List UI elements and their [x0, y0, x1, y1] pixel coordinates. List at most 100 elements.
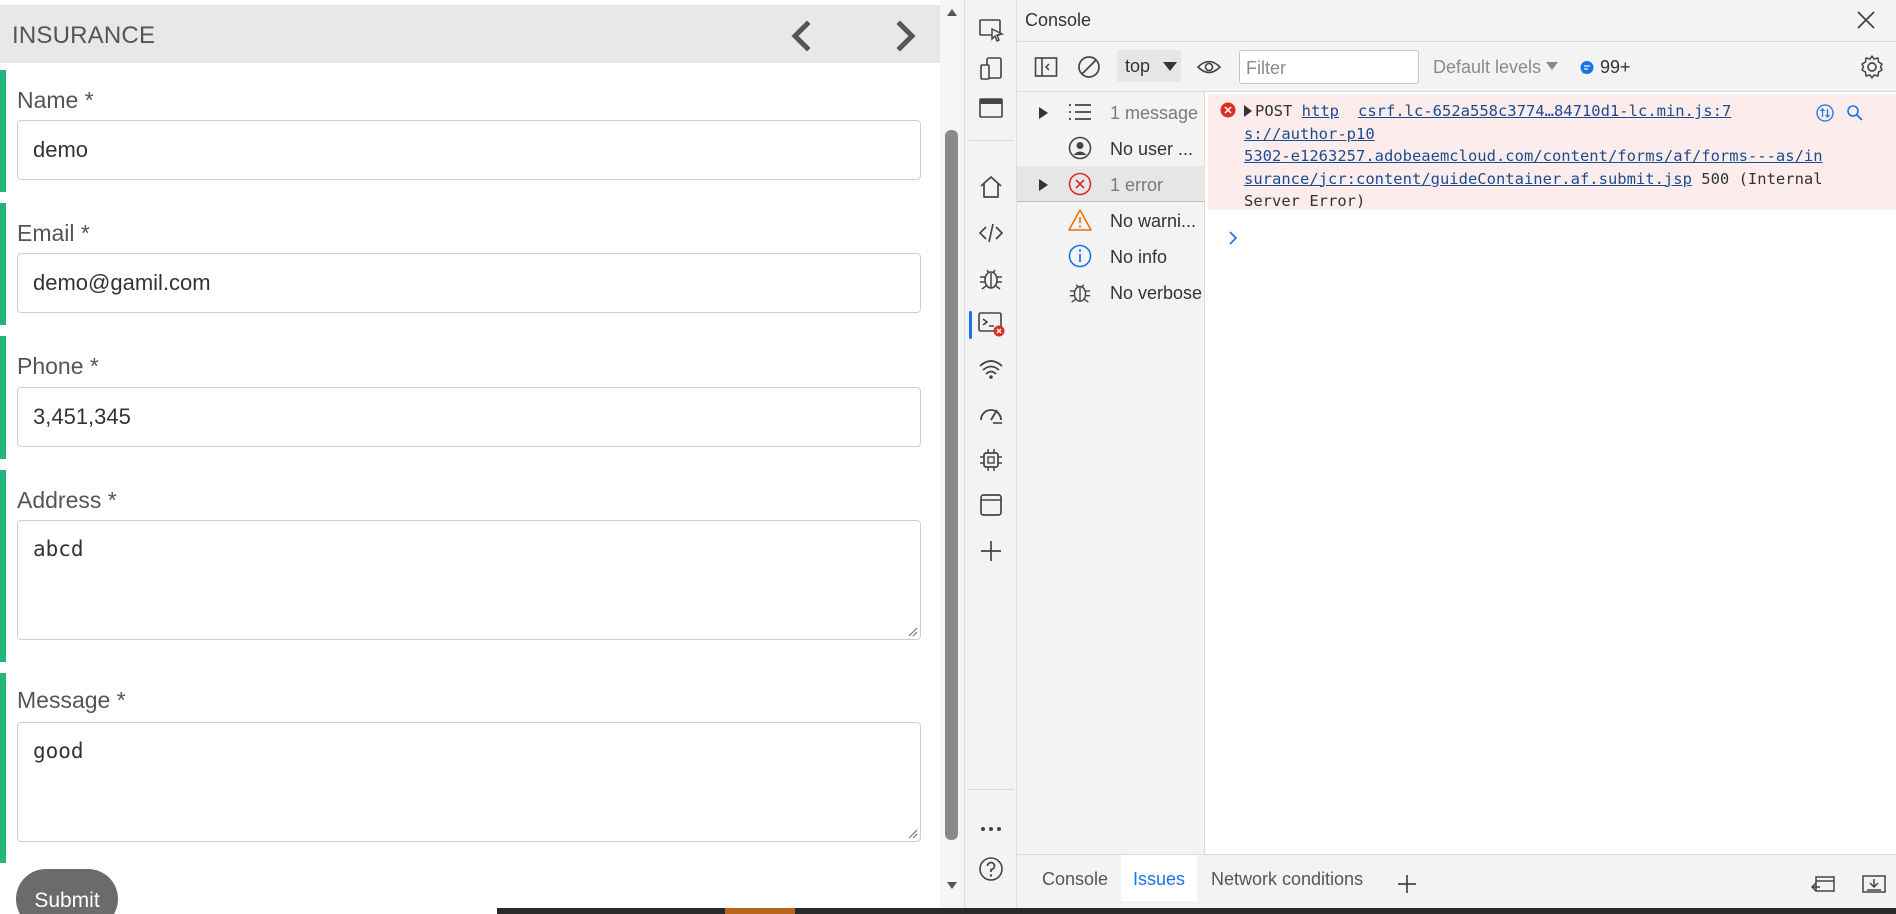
- inspect-icon: [979, 19, 1004, 42]
- scroll-up-arrow-icon[interactable]: [946, 6, 958, 18]
- phone-input[interactable]: 3,451,345: [17, 387, 921, 447]
- scroll-down-arrow-icon[interactable]: [946, 880, 958, 892]
- sidebar-item-label: No info: [1110, 247, 1168, 267]
- error-request-url[interactable]: http: [1302, 102, 1339, 120]
- toggle-sidebar-button[interactable]: [1031, 52, 1061, 82]
- message-field: Message * good: [0, 673, 940, 863]
- close-panel-button[interactable]: [1850, 4, 1882, 36]
- email-field: Email * demo@gamil.com: [0, 203, 940, 325]
- form-header: INSURANCE: [0, 5, 940, 63]
- filter-input[interactable]: Filter: [1239, 50, 1419, 84]
- issues-counter[interactable]: 99+: [1579, 57, 1631, 78]
- console-tool-button[interactable]: [975, 308, 1007, 340]
- message-bubble-icon: [1580, 60, 1594, 74]
- address-textarea[interactable]: abcd: [17, 520, 921, 640]
- console-toolbar: top Filter Default levels 99+: [1017, 42, 1896, 92]
- sidebar-item-warnings[interactable]: No warni...: [1017, 202, 1205, 238]
- customize-devtools-button[interactable]: [975, 813, 1007, 845]
- next-panel-button[interactable]: [891, 21, 921, 51]
- log-levels-dropdown[interactable]: Default levels: [1433, 57, 1559, 78]
- move-drawer-icon: [1810, 876, 1835, 892]
- device-emulation-button[interactable]: [975, 53, 1007, 85]
- help-icon: [979, 857, 1003, 881]
- sidebar-item-label: No verbose: [1110, 283, 1203, 303]
- error-source-link[interactable]: csrf.lc-652a558c3774…84710d1-lc.min.js:7: [1358, 102, 1731, 120]
- clear-icon: [1078, 56, 1100, 78]
- name-input[interactable]: demo: [17, 120, 921, 180]
- email-input[interactable]: demo@gamil.com: [17, 253, 921, 313]
- bug-icon: [980, 269, 1002, 290]
- plus-icon: [1398, 875, 1416, 893]
- home-icon: [980, 176, 1002, 198]
- gauge-icon: [980, 409, 1002, 424]
- console-settings-button[interactable]: [1857, 52, 1887, 82]
- tab-console[interactable]: Console: [1042, 869, 1108, 899]
- screen: INSURANCE Name * demo Email * demo@gamil…: [0, 0, 1896, 914]
- network-request-icon[interactable]: [1816, 104, 1834, 122]
- more-tools-button[interactable]: [975, 535, 1007, 567]
- panel-title: Console: [1025, 10, 1092, 30]
- previous-panel-button[interactable]: [786, 21, 816, 51]
- sidebar-item-label: 1 error: [1110, 175, 1164, 195]
- chevron-right-icon: [896, 21, 916, 51]
- undock-drawer-button[interactable]: [1808, 869, 1838, 899]
- message-value: good: [33, 739, 84, 763]
- application-tool-button[interactable]: [975, 489, 1007, 521]
- inspect-element-button[interactable]: [975, 14, 1007, 46]
- expand-arrow-icon[interactable]: [1039, 107, 1048, 119]
- activity-separator: [969, 140, 1014, 141]
- error-icon: [1067, 171, 1093, 197]
- welcome-tool-button[interactable]: [975, 171, 1007, 203]
- memory-tool-button[interactable]: [975, 444, 1007, 476]
- drawer-tab-bar: Console Issues Network conditions: [1017, 854, 1896, 914]
- expand-arrow-icon[interactable]: [1039, 179, 1048, 191]
- resize-grip-icon[interactable]: [906, 625, 918, 637]
- form-scrollbar[interactable]: [940, 0, 964, 914]
- info-icon: [1067, 243, 1093, 269]
- sidebar-item-info[interactable]: No info: [1017, 238, 1205, 274]
- error-request-url-cont[interactable]: s://author-p10: [1244, 125, 1375, 143]
- console-prompt-chevron-icon[interactable]: [1224, 228, 1244, 248]
- console-error-message[interactable]: POST http s://author-p10 5302-e1263257.a…: [1208, 94, 1896, 210]
- search-icon[interactable]: [1846, 104, 1864, 122]
- live-expression-button[interactable]: [1194, 52, 1224, 82]
- tab-issues[interactable]: Issues: [1121, 855, 1198, 901]
- context-selector[interactable]: top: [1117, 50, 1181, 82]
- taskbar-accent: [725, 908, 795, 914]
- clear-console-button[interactable]: [1074, 52, 1104, 82]
- resize-grip-icon[interactable]: [906, 827, 918, 839]
- error-method: POST: [1255, 102, 1293, 120]
- sidebar-item-messages[interactable]: 1 message: [1017, 94, 1205, 130]
- email-label: Email *: [17, 220, 90, 246]
- sidebar-item-user-messages[interactable]: No user ...: [1017, 130, 1205, 166]
- sidebar-item-errors[interactable]: 1 error: [1017, 166, 1205, 202]
- close-icon: [1857, 11, 1875, 29]
- tab-network-conditions[interactable]: Network conditions: [1211, 869, 1363, 899]
- name-field: Name * demo: [0, 70, 940, 192]
- form-title: INSURANCE: [12, 22, 156, 49]
- submit-button[interactable]: Submit: [16, 869, 118, 914]
- error-request-url-cont[interactable]: 5302-e1263257.adobeaemcloud.com/content/…: [1244, 147, 1823, 165]
- sidebar-item-verbose[interactable]: No verbose: [1017, 274, 1205, 310]
- performance-tool-button[interactable]: [975, 398, 1007, 430]
- log-levels-label: Default levels: [1433, 57, 1542, 77]
- error-request-url-cont[interactable]: surance/jcr:content/guideContainer.af.su…: [1244, 170, 1692, 188]
- dock-toggle-button[interactable]: [975, 92, 1007, 124]
- address-label: Address *: [17, 487, 117, 513]
- help-button[interactable]: [975, 853, 1007, 885]
- scroll-thumb[interactable]: [945, 130, 958, 840]
- elements-tool-button[interactable]: [975, 217, 1007, 249]
- message-textarea[interactable]: good: [17, 722, 921, 842]
- gear-icon: [1861, 55, 1883, 79]
- sidebar-item-label: 1 message: [1110, 103, 1199, 123]
- close-drawer-button[interactable]: [1859, 869, 1889, 899]
- device-icon: [980, 57, 1002, 80]
- expand-arrow-icon[interactable]: [1244, 105, 1252, 117]
- phone-field: Phone * 3,451,345: [0, 336, 940, 459]
- chevron-left-icon: [791, 21, 811, 51]
- network-tool-button[interactable]: [975, 353, 1007, 385]
- add-drawer-tab-button[interactable]: [1392, 869, 1422, 899]
- more-horizontal-icon: [981, 827, 1001, 831]
- sources-tool-button[interactable]: [975, 262, 1007, 294]
- name-label: Name *: [17, 87, 94, 113]
